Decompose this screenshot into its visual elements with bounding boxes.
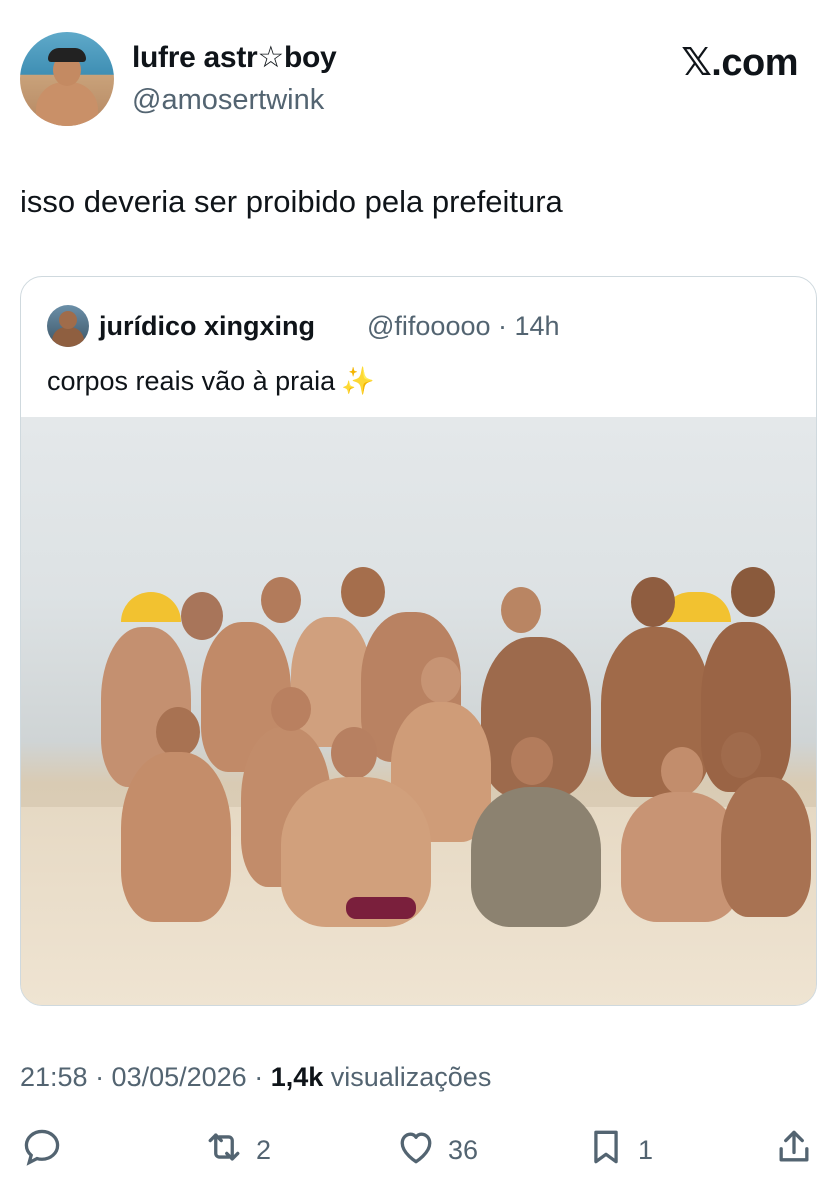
author-handle[interactable]: @amosertwink bbox=[132, 84, 324, 117]
retweet-button[interactable]: 2 bbox=[202, 1122, 271, 1178]
share-button[interactable] bbox=[772, 1122, 816, 1178]
tweet-text: isso deveria ser proibido pela prefeitur… bbox=[20, 184, 563, 219]
retweet-icon bbox=[202, 1125, 246, 1176]
quoted-photo[interactable] bbox=[21, 417, 816, 1005]
quoted-text-body: corpos reais vão à praia bbox=[47, 366, 336, 396]
like-button[interactable]: 36 bbox=[394, 1122, 478, 1178]
author-name[interactable]: lufre astr☆boy bbox=[132, 40, 337, 75]
bookmark-button[interactable]: 1 bbox=[584, 1122, 653, 1178]
quoted-handle-time: @fifooooo · 14h bbox=[367, 311, 560, 341]
quoted-avatar[interactable] bbox=[47, 305, 89, 347]
author-avatar[interactable] bbox=[20, 32, 114, 126]
sparkles-emoji: ✨ bbox=[341, 366, 375, 396]
reply-button[interactable] bbox=[20, 1122, 74, 1178]
like-icon bbox=[394, 1125, 438, 1176]
bookmark-icon bbox=[584, 1125, 628, 1176]
quoted-text: corpos reais vão à praia ✨ bbox=[47, 365, 375, 397]
bookmark-count: 1 bbox=[638, 1134, 654, 1165]
share-icon bbox=[772, 1125, 816, 1176]
like-count: 36 bbox=[448, 1134, 479, 1165]
beach-group-figure bbox=[61, 567, 811, 927]
views-count: 1,4k bbox=[270, 1062, 324, 1092]
tweet-timestamp[interactable]: 21:58 · 03/05/2026 · 1,4k visualizações bbox=[20, 1062, 491, 1093]
x-logo: 𝕏.com bbox=[681, 42, 798, 84]
action-bar: 2 36 1 bbox=[20, 1122, 818, 1178]
quoted-author-name[interactable]: jurídico xingxing bbox=[99, 311, 315, 342]
quoted-tweet[interactable]: jurídico xingxing @fifooooo · 14h corpos… bbox=[20, 276, 817, 1006]
views-label: visualizações bbox=[323, 1062, 492, 1092]
retweet-count: 2 bbox=[256, 1134, 272, 1165]
reply-icon bbox=[20, 1125, 64, 1176]
time-date: 21:58 · 03/05/2026 · bbox=[20, 1062, 271, 1092]
